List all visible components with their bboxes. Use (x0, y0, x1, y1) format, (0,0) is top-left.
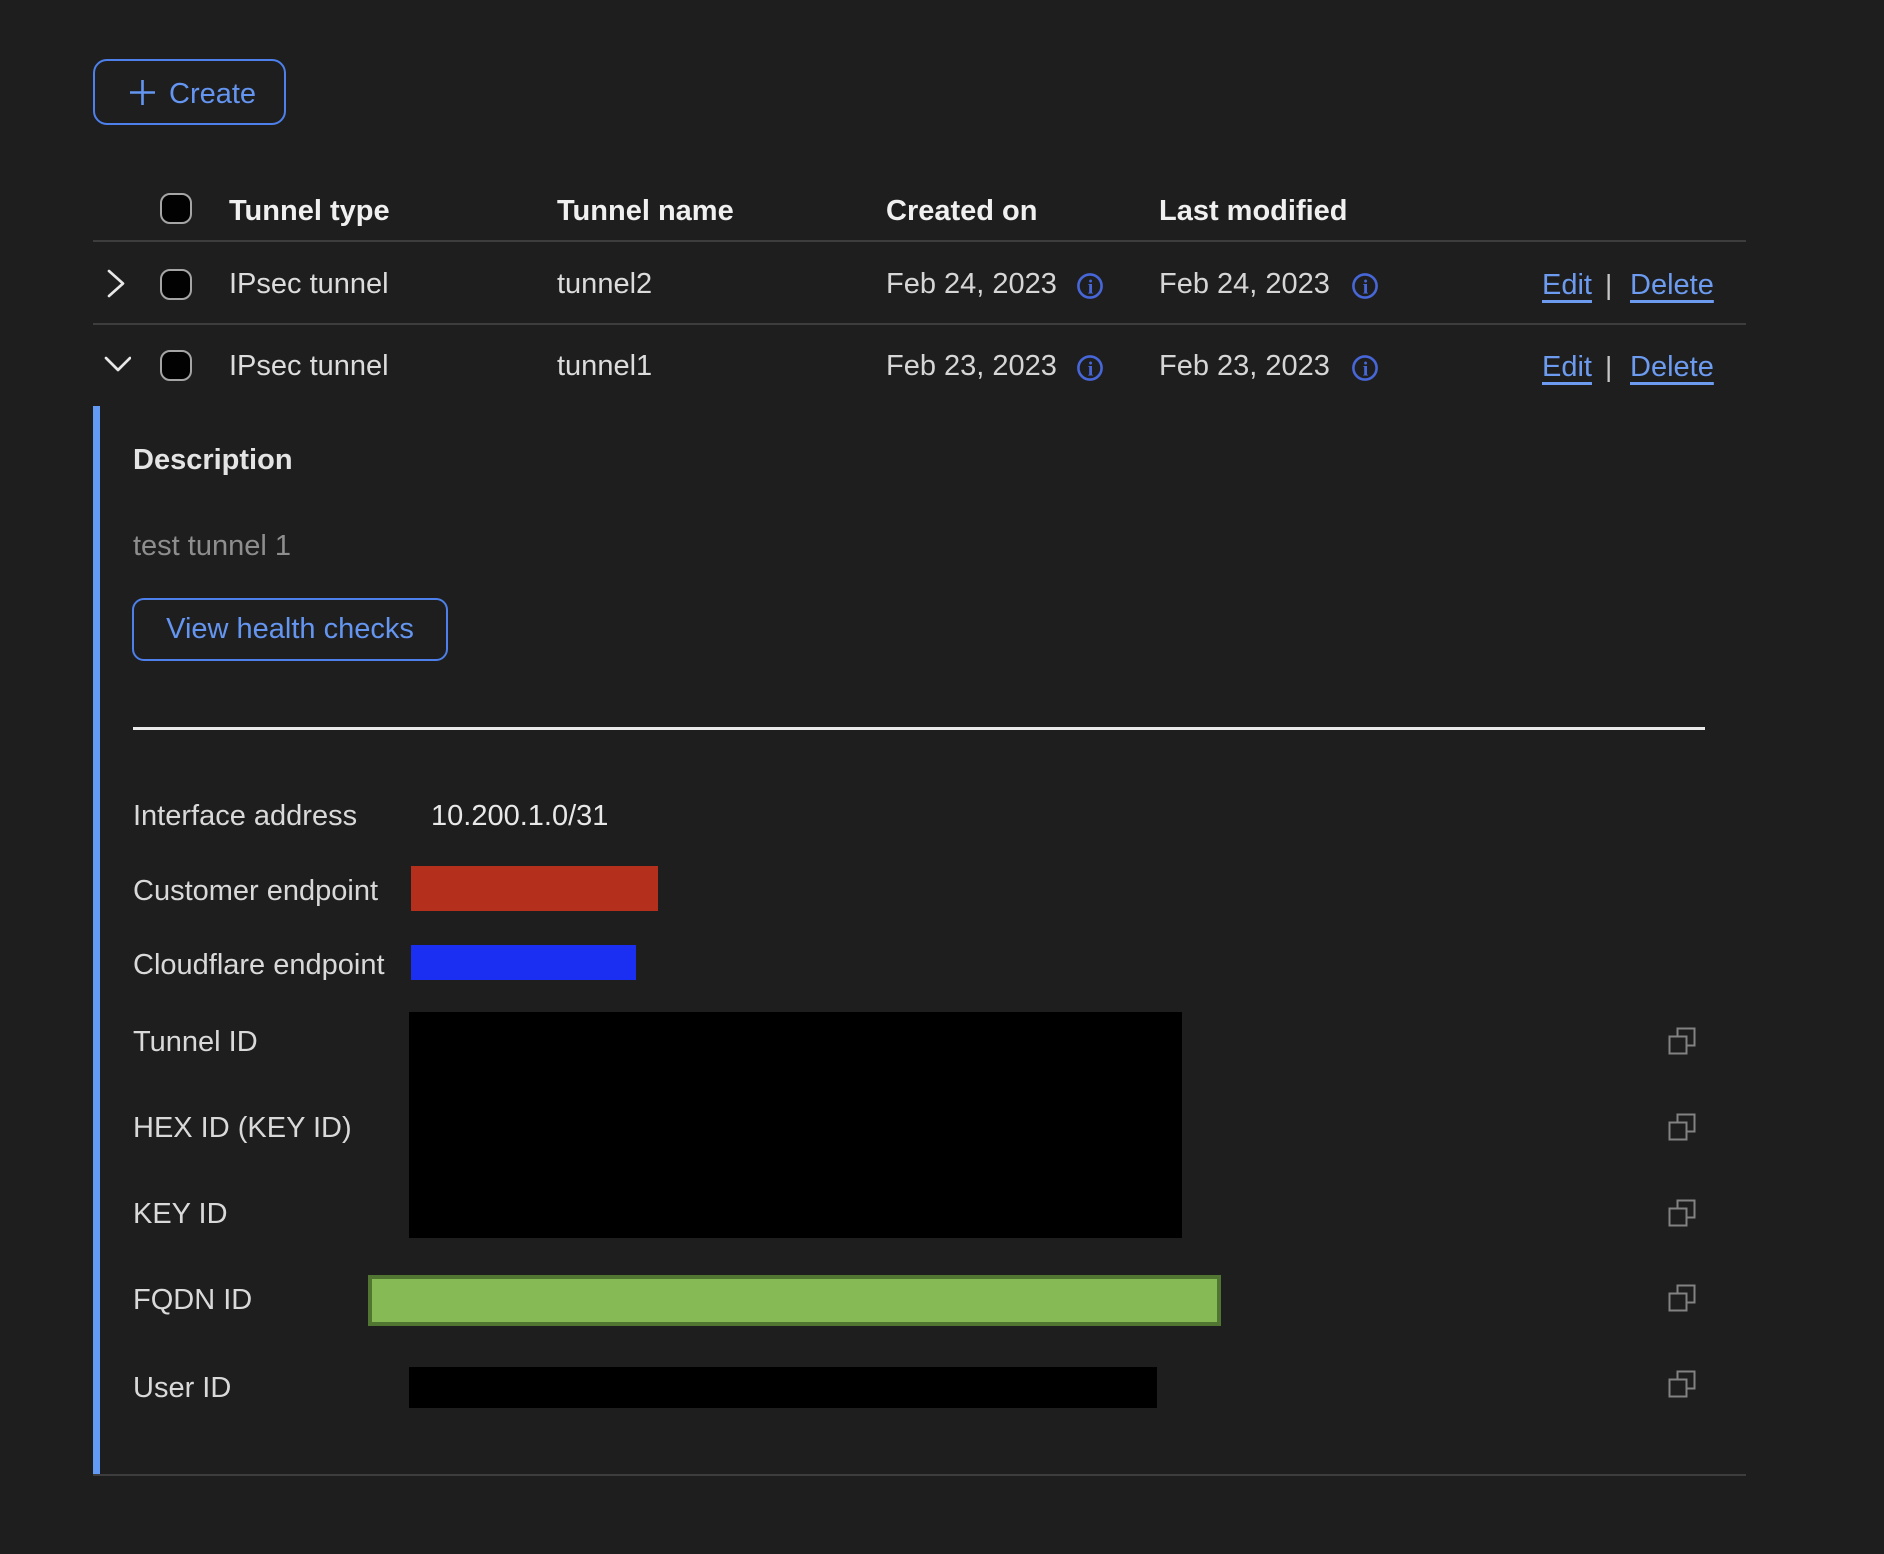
svg-text:i: i (1363, 359, 1369, 381)
svg-text:i: i (1088, 359, 1094, 381)
svg-text:i: i (1363, 277, 1369, 299)
svg-text:i: i (1088, 277, 1094, 299)
